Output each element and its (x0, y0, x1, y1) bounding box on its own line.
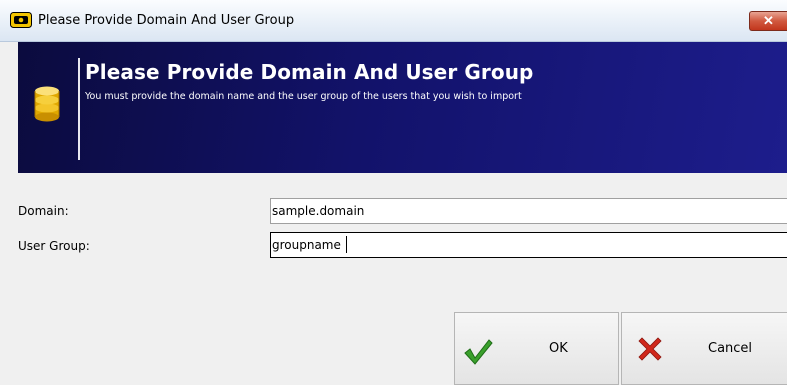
close-icon: ✕ (763, 13, 774, 28)
domain-label: Domain: (18, 204, 69, 218)
banner-divider (78, 58, 80, 160)
ok-button[interactable]: OK (454, 312, 619, 385)
user-group-label: User Group: (18, 239, 90, 253)
text-caret (346, 236, 347, 253)
database-icon (34, 86, 60, 122)
x-icon (638, 337, 662, 361)
user-group-input[interactable] (270, 232, 787, 258)
close-button[interactable]: ✕ (749, 11, 787, 31)
domain-input[interactable] (270, 198, 787, 224)
check-icon (464, 339, 493, 365)
banner-title: Please Provide Domain And User Group (85, 60, 534, 84)
window-title: Please Provide Domain And User Group (38, 13, 295, 28)
cancel-label: Cancel (708, 341, 753, 356)
title-bar: Please Provide Domain And User Group ✕ (0, 0, 787, 42)
banner-subtitle: You must provide the domain name and the… (85, 91, 522, 102)
ok-label: OK (549, 341, 568, 356)
app-icon (10, 12, 32, 28)
cancel-button[interactable]: Cancel (621, 312, 787, 385)
